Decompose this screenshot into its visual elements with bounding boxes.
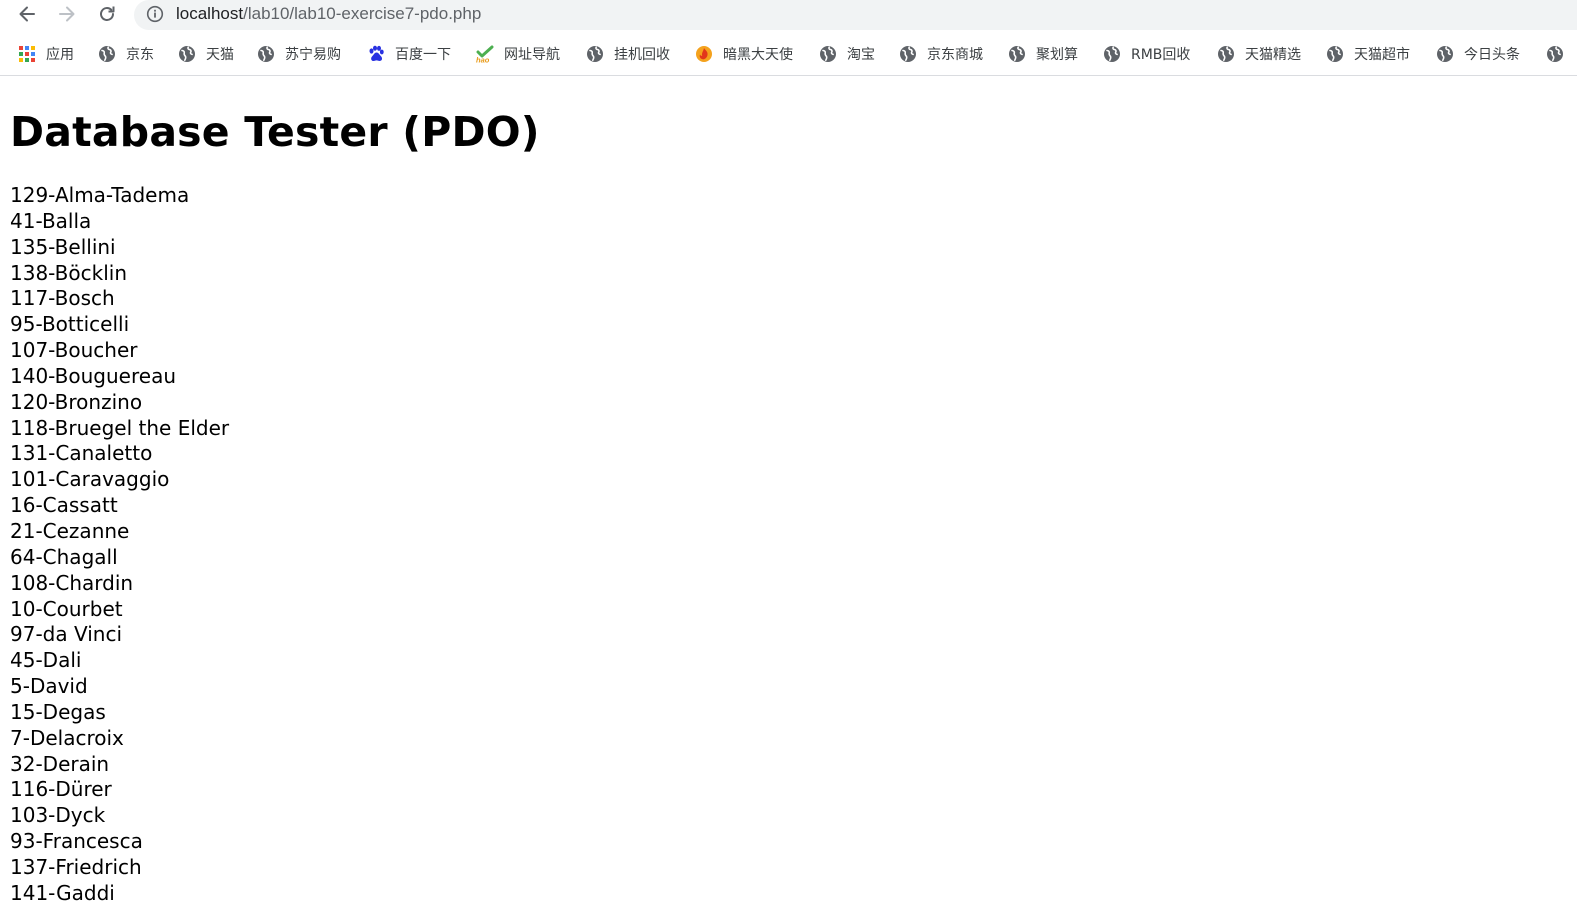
url-path: /lab10/lab10-exercise7-pdo.php — [243, 4, 482, 23]
list-item: 21-Cezanne — [10, 518, 130, 543]
reload-button[interactable] — [94, 3, 120, 25]
reload-icon — [100, 6, 115, 21]
forward-button[interactable] — [54, 3, 80, 25]
list-item: 131-Canaletto — [10, 441, 153, 466]
bookmark-label: RMB回收 — [1131, 47, 1191, 63]
bookmark-label: 京东商城 — [927, 47, 983, 63]
list-item: 141-Gaddi — [10, 880, 115, 902]
list-item: 10-Courbet — [10, 596, 123, 621]
list-item: 140-Bouguereau — [10, 363, 177, 388]
bookmark-label: 暗黑大天使 — [723, 47, 793, 63]
bookmark-toutiao[interactable]: 今日头条 — [1436, 42, 1520, 66]
page-title: Database Tester (PDO) — [10, 108, 540, 156]
apps-grid-icon — [19, 46, 35, 62]
globe-icon — [1437, 46, 1453, 62]
list-item: 135-Bellini — [10, 234, 116, 259]
list-item: 108-Chardin — [10, 570, 134, 595]
back-button[interactable] — [14, 3, 40, 25]
bookmark-anhei[interactable]: 暗黑大天使 — [695, 42, 793, 66]
globe-icon — [1327, 46, 1343, 62]
bookmark-label: 挂机回收 — [614, 47, 670, 63]
bookmark-label: 天猫 — [206, 47, 234, 63]
bookmark-juhuasuan[interactable]: 聚划算 — [1008, 42, 1078, 66]
list-item: 97-da Vinci — [10, 622, 123, 647]
list-item: 5-David — [10, 674, 88, 699]
list-item: 120-Bronzino — [10, 389, 143, 414]
bookmark-label: 网址导航 — [504, 47, 560, 63]
url-host: localhost — [176, 4, 244, 23]
hao-icon: hao — [476, 45, 494, 63]
list-item: 45-Dali — [10, 648, 82, 673]
globe-icon — [900, 46, 916, 62]
bookmark-suning[interactable]: 苏宁易购 — [257, 42, 341, 66]
bookmark-label: 淘宝 — [847, 47, 875, 63]
list-item: 93-Francesca — [10, 829, 143, 854]
bookmark-guaji[interactable]: 挂机回收 — [586, 42, 670, 66]
list-item: 32-Derain — [10, 751, 110, 776]
toolbar-divider — [0, 75, 1577, 76]
list-item: 118-Bruegel the Elder — [10, 415, 230, 440]
list-item: 103-Dyck — [10, 803, 106, 828]
bookmark-rmb-huishou[interactable]: RMB回收 — [1103, 42, 1190, 66]
globe-icon — [820, 46, 836, 62]
game-flame-icon — [696, 46, 712, 62]
bookmark-label: 聚划算 — [1036, 47, 1078, 63]
bookmark-baidu[interactable]: 百度一下 — [367, 42, 451, 66]
bookmark-taobao[interactable]: 淘宝 — [819, 42, 875, 66]
list-item: 7-Delacroix — [10, 725, 124, 750]
bookmark-label: 京东 — [126, 47, 154, 63]
list-item: 16-Cassatt — [10, 493, 118, 518]
bookmark-label: 今日头条 — [1464, 47, 1520, 63]
list-item: 107-Boucher — [10, 338, 138, 363]
list-item: 117-Bosch — [10, 286, 115, 311]
artist-list: 129-Alma-Tadema 41-Balla 135-Bellini 138… — [10, 183, 229, 902]
list-item: 138-Böcklin — [10, 260, 128, 285]
bookmark-label: 应用 — [46, 47, 74, 63]
bookmark-tmall-chaoshi[interactable]: 天猫超市 — [1326, 42, 1410, 66]
baidu-paw-icon — [369, 45, 384, 61]
globe-icon — [587, 46, 603, 62]
globe-icon — [1547, 46, 1563, 62]
bookmark-overflow[interactable] — [1546, 42, 1574, 66]
browser-toolbar: localhost/lab10/lab10-exercise7-pdo.php — [0, 0, 1577, 32]
list-item: 95-Botticelli — [10, 312, 130, 337]
bookmark-tmall[interactable]: 天猫 — [178, 42, 234, 66]
list-item: 101-Caravaggio — [10, 467, 170, 492]
list-item: 64-Chagall — [10, 544, 118, 569]
list-item: 137-Friedrich — [10, 854, 142, 879]
list-item: 15-Degas — [10, 699, 106, 724]
svg-text:hao: hao — [476, 56, 490, 64]
arrow-left-icon — [19, 6, 35, 22]
bookmark-apps[interactable]: 应用 — [18, 42, 74, 66]
bookmark-jd[interactable]: 京东 — [98, 42, 154, 66]
bookmark-tmall-jingxuan[interactable]: 天猫精选 — [1217, 42, 1301, 66]
globe-icon — [258, 46, 274, 62]
bookmark-label: 百度一下 — [395, 47, 451, 63]
globe-icon — [179, 46, 195, 62]
url-text[interactable]: localhost/lab10/lab10-exercise7-pdo.php — [176, 4, 481, 24]
list-item: 41-Balla — [10, 208, 92, 233]
globe-icon — [1104, 46, 1120, 62]
list-item: 116-Dürer — [10, 777, 112, 802]
list-item: 129-Alma-Tadema — [10, 183, 190, 207]
globe-icon — [1218, 46, 1234, 62]
bookmarks-bar: 应用 京东 天猫 苏宁易购 百度一下 hao 网址导航 挂机回收 暗黑大天使 淘… — [0, 36, 1577, 74]
bookmark-label: 苏宁易购 — [285, 47, 341, 63]
bookmark-jd-mall[interactable]: 京东商城 — [899, 42, 983, 66]
globe-icon — [1009, 46, 1025, 62]
globe-icon — [99, 46, 115, 62]
bookmark-hao123[interactable]: hao 网址导航 — [476, 42, 560, 66]
address-bar[interactable]: localhost/lab10/lab10-exercise7-pdo.php — [134, 0, 1577, 30]
bookmark-label: 天猫超市 — [1354, 47, 1410, 63]
bookmark-label: 天猫精选 — [1245, 47, 1301, 63]
site-info-icon[interactable] — [146, 5, 164, 23]
arrow-right-icon — [59, 6, 75, 22]
